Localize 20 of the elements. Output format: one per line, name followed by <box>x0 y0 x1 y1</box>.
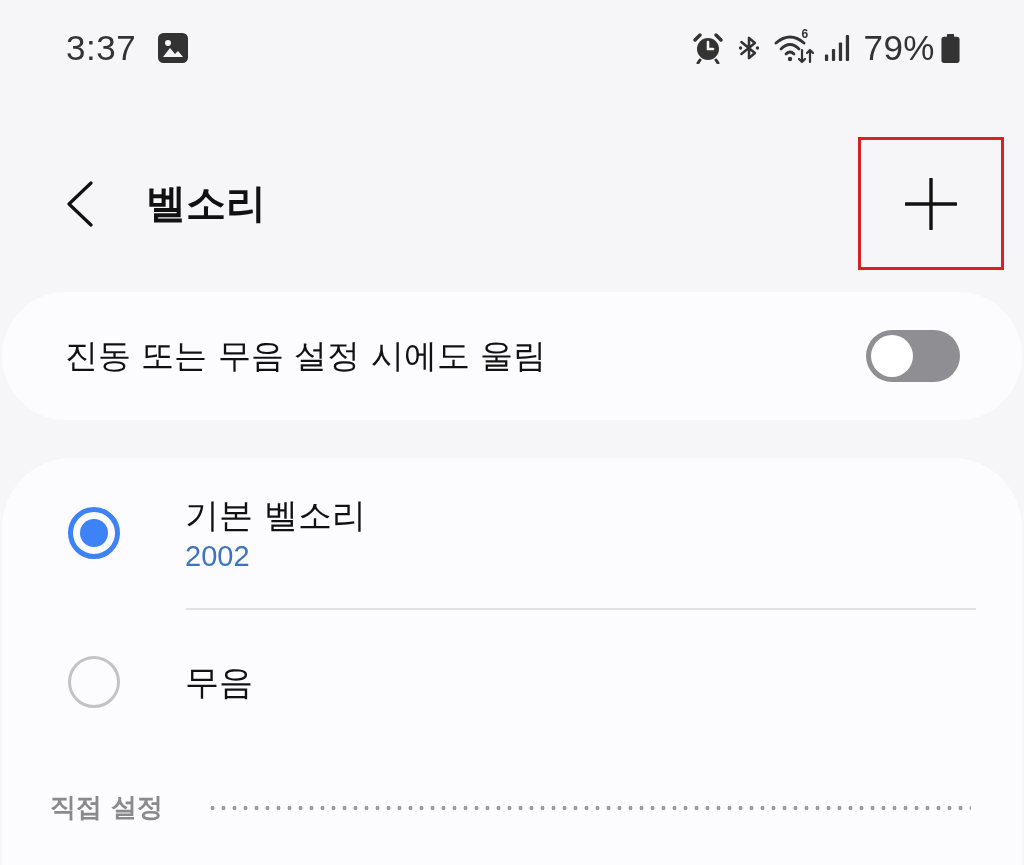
ringtone-name: 무음 <box>185 661 253 704</box>
ringtone-name: 기본 벨소리 <box>185 494 366 537</box>
back-chevron-icon <box>66 180 94 227</box>
page-title: 벨소리 <box>146 179 266 228</box>
battery-icon <box>941 33 960 63</box>
radio-button[interactable] <box>68 656 120 708</box>
radio-button[interactable] <box>68 507 120 559</box>
setting-label: 진동 또는 무음 설정 시에도 울림 <box>65 334 547 377</box>
plus-icon <box>905 177 957 230</box>
ringtone-item[interactable]: 기본 벨소리 2002 <box>2 458 1022 608</box>
alarm-clock-icon <box>692 32 725 64</box>
signal-icon <box>824 34 851 62</box>
wifi-standard-label: 6 <box>801 28 809 41</box>
battery-percentage: 79% <box>863 28 935 68</box>
image-icon <box>158 33 189 63</box>
status-time: 3:37 <box>66 28 137 68</box>
toggle-switch[interactable] <box>866 330 960 382</box>
ringtone-item[interactable]: 무음 <box>2 610 1022 750</box>
section-title: 직접 설정 <box>50 791 164 824</box>
ringtone-detail: 2002 <box>185 539 251 574</box>
